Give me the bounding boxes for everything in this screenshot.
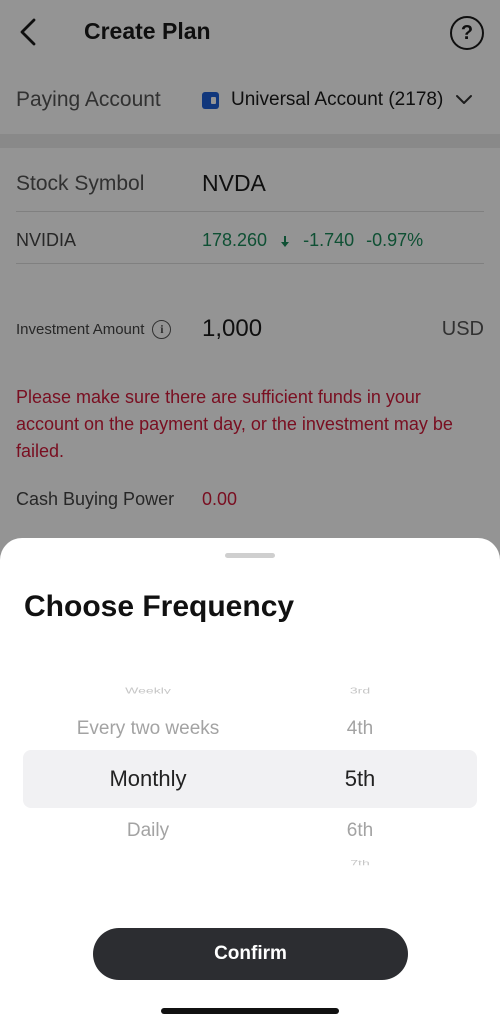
frequency-option-selected[interactable]: Monthly: [0, 766, 296, 792]
frequency-picker[interactable]: Weekly Every two weeks Monthly Daily 3rd…: [0, 678, 500, 878]
frequency-option[interactable]: Daily: [0, 820, 296, 842]
day-option[interactable]: 3rd: [280, 686, 440, 694]
day-option[interactable]: 7th: [280, 858, 440, 865]
day-option-selected[interactable]: 5th: [280, 766, 440, 792]
day-option[interactable]: 6th: [280, 820, 440, 842]
home-indicator: [161, 1008, 339, 1014]
sheet-grabber[interactable]: [225, 553, 275, 558]
frequency-option[interactable]: Weekly: [0, 686, 296, 694]
frequency-option[interactable]: Every two weeks: [0, 718, 296, 740]
confirm-button[interactable]: Confirm: [93, 928, 408, 980]
day-option[interactable]: 4th: [280, 718, 440, 740]
sheet-title: Choose Frequency: [24, 590, 295, 623]
frequency-bottom-sheet: Choose Frequency Weekly Every two weeks …: [0, 538, 500, 1026]
